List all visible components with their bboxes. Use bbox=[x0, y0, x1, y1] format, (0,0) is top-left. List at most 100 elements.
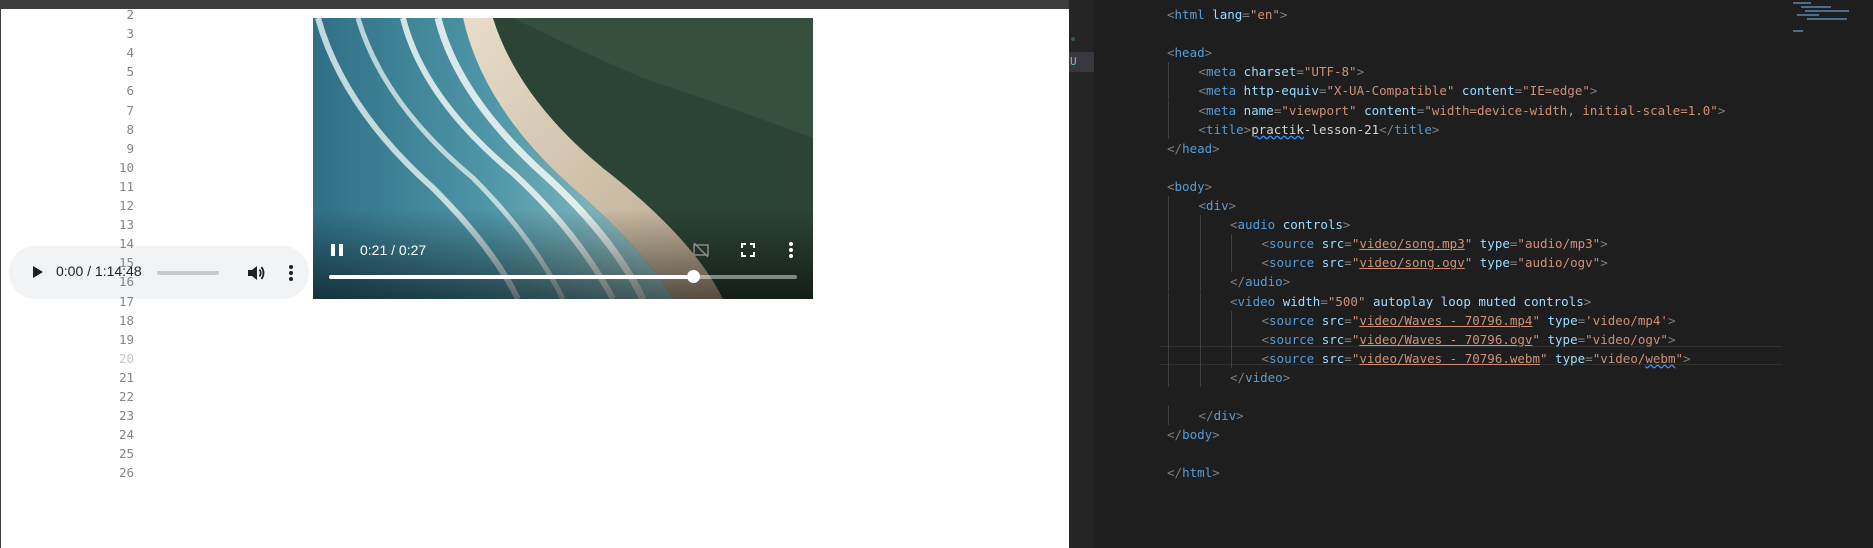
code-token: < bbox=[1198, 198, 1207, 213]
video-progress-thumb[interactable] bbox=[687, 270, 700, 283]
code-token: charset bbox=[1236, 64, 1297, 80]
code-line[interactable]: </video> bbox=[1230, 368, 1290, 387]
indent-guide bbox=[1168, 100, 1169, 120]
code-line[interactable]: <title>practik-lesson-21</title> bbox=[1199, 120, 1440, 139]
code-token: = bbox=[1344, 255, 1352, 271]
code-token: content bbox=[1356, 102, 1417, 118]
indent-guide bbox=[1199, 234, 1201, 254]
indent-guide bbox=[1168, 196, 1169, 216]
no-cast-icon[interactable] bbox=[691, 240, 711, 260]
code-line[interactable]: </head> bbox=[1167, 139, 1220, 158]
line-number: 12 bbox=[118, 198, 134, 213]
code-token: > bbox=[1282, 369, 1291, 385]
code-token: width bbox=[1275, 293, 1321, 309]
audio-progress-bar[interactable] bbox=[157, 271, 219, 275]
code-token: < bbox=[1230, 217, 1238, 233]
code-token: < bbox=[1167, 45, 1175, 61]
indent-guide bbox=[1168, 234, 1169, 254]
code-token: < bbox=[1261, 331, 1270, 347]
indent-guide bbox=[1231, 234, 1232, 254]
code-token: </ bbox=[1230, 369, 1246, 385]
code-token: > bbox=[1683, 350, 1691, 366]
code-token: title bbox=[1394, 121, 1432, 137]
indent-guide bbox=[1168, 310, 1169, 330]
code-line[interactable]: <meta charset="UTF-8"> bbox=[1199, 62, 1365, 81]
code-token: title bbox=[1206, 121, 1244, 137]
pause-icon[interactable] bbox=[327, 240, 347, 260]
code-token: > bbox=[1282, 274, 1291, 290]
code-token: " bbox=[1532, 331, 1540, 347]
code-line[interactable]: <video width="500" autoplay loop muted c… bbox=[1230, 292, 1591, 311]
code-line[interactable]: <body> bbox=[1167, 177, 1212, 196]
code-token: html bbox=[1174, 7, 1205, 22]
code-token: > bbox=[1356, 64, 1365, 80]
code-token: > bbox=[1228, 198, 1237, 213]
indent-guide bbox=[1168, 81, 1169, 101]
indent-guide bbox=[1199, 310, 1201, 330]
line-number: 3 bbox=[126, 26, 134, 42]
code-token: </ bbox=[1198, 408, 1214, 424]
code-token: = bbox=[1242, 7, 1250, 22]
code-token: -lesson-21 bbox=[1303, 121, 1380, 137]
line-number: 2 bbox=[126, 7, 134, 22]
browser-top-bar bbox=[0, 0, 1069, 9]
code-token: = bbox=[1585, 350, 1593, 366]
code-token: > bbox=[1600, 255, 1608, 271]
code-line[interactable]: <source src="video/Waves - 70796.ogv" ty… bbox=[1262, 330, 1676, 349]
code-token: < bbox=[1261, 255, 1270, 271]
code-token: src bbox=[1314, 331, 1345, 347]
code-token: > bbox=[1212, 427, 1220, 443]
code-line[interactable]: <div> bbox=[1199, 196, 1237, 215]
code-token: = bbox=[1296, 64, 1304, 80]
code-line[interactable]: </audio> bbox=[1230, 272, 1290, 291]
code-line[interactable]: <head> bbox=[1167, 43, 1212, 62]
code-token: source bbox=[1269, 312, 1315, 328]
code-token: > bbox=[1342, 217, 1351, 233]
minimap[interactable] bbox=[1793, 0, 1863, 40]
code-token: = bbox=[1344, 236, 1352, 252]
indent-guide bbox=[1168, 329, 1169, 349]
code-token: " bbox=[1532, 312, 1540, 328]
code-line[interactable]: </body> bbox=[1167, 425, 1220, 444]
code-token: lang bbox=[1204, 7, 1243, 22]
volume-icon[interactable] bbox=[245, 262, 267, 284]
code-line[interactable]: </div> bbox=[1199, 406, 1244, 425]
video-player[interactable]: 0:21 / 0:27 bbox=[313, 18, 813, 299]
code-line[interactable]: <source src="video/song.ogv" type="audio… bbox=[1262, 253, 1608, 272]
indent-guide bbox=[1231, 310, 1232, 330]
code-token: meta bbox=[1206, 64, 1237, 80]
code-token: < bbox=[1198, 64, 1207, 80]
code-line[interactable]: <source src="video/song.mp3" type="audio… bbox=[1262, 234, 1608, 253]
code-line[interactable]: </html> bbox=[1167, 463, 1220, 482]
code-token: video/Waves - 70796.webm bbox=[1359, 350, 1540, 366]
code-token: > bbox=[1204, 178, 1213, 194]
code-token: video/Waves - 70796.ogv bbox=[1359, 331, 1533, 347]
code-token: > bbox=[1212, 465, 1220, 481]
code-token: > bbox=[1667, 312, 1676, 328]
code-token: type bbox=[1472, 236, 1510, 252]
code-line[interactable]: <source src="video/Waves - 70796.webm" t… bbox=[1262, 349, 1691, 368]
editor-gutter-strip: U bbox=[1069, 0, 1094, 548]
indent-guide bbox=[1168, 348, 1169, 368]
video-progress-bar[interactable] bbox=[329, 270, 797, 283]
code-line[interactable]: <source src="video/Waves - 70796.mp4" ty… bbox=[1262, 311, 1676, 330]
code-token: "en" bbox=[1249, 7, 1280, 22]
indent-guide bbox=[1199, 272, 1201, 292]
code-token: = bbox=[1344, 350, 1352, 366]
code-token: meta bbox=[1206, 83, 1237, 99]
code-token: video/song.mp3 bbox=[1359, 236, 1465, 252]
indent-guide bbox=[1231, 329, 1232, 349]
code-token: head bbox=[1182, 140, 1213, 156]
line-number: 23 bbox=[118, 408, 134, 424]
code-line[interactable]: <meta name="viewport" content="width=dev… bbox=[1199, 101, 1726, 120]
code-line[interactable]: <meta http-equiv="X-UA-Compatible" conte… bbox=[1199, 81, 1598, 100]
code-token: "X-UA-Compatible" bbox=[1326, 83, 1455, 99]
more-vert-icon[interactable] bbox=[781, 240, 801, 260]
code-token: > bbox=[1589, 83, 1598, 99]
more-vert-icon[interactable] bbox=[281, 262, 301, 284]
code-line[interactable]: <audio controls> bbox=[1230, 215, 1350, 234]
code-token: = bbox=[1320, 293, 1328, 309]
code-line[interactable]: <html lang="en"> bbox=[1167, 5, 1287, 24]
code-token: source bbox=[1269, 331, 1315, 347]
fullscreen-icon[interactable] bbox=[738, 240, 758, 260]
